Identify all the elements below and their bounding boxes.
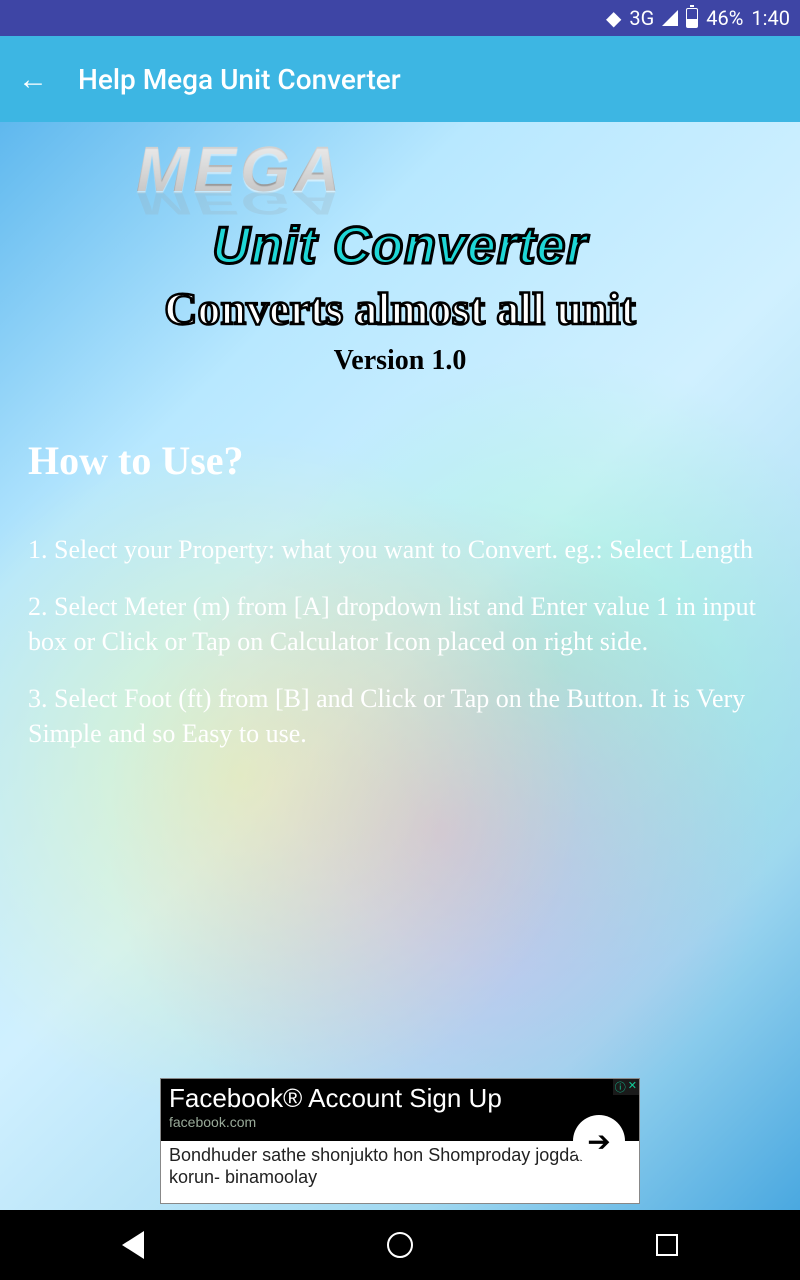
clock: 1:40 [751,6,790,30]
logo-block: MEGA MEGA Unit Converter Converts almost… [0,132,800,377]
help-step: 1. Select your Property: what you want t… [28,532,772,567]
ad-controls[interactable]: ⓘ ✕ [613,1079,639,1095]
ad-banner[interactable]: ⓘ ✕ Facebook® Account Sign Up facebook.c… [160,1078,640,1204]
brand-logo-reflection: MEGA [0,185,800,222]
page-title: Help Mega Unit Converter [78,63,401,96]
ad-info-icon[interactable]: ⓘ [615,1079,626,1095]
wifi-icon: ◆ [606,6,621,30]
ad-domain: facebook.com [169,1114,631,1130]
nav-home-button[interactable] [385,1230,415,1260]
nav-bar [0,1210,800,1280]
version-label: Version 1.0 [0,345,800,377]
nav-recent-button[interactable] [652,1230,682,1260]
app-bar: ← Help Mega Unit Converter [0,36,800,122]
battery-icon [686,8,698,28]
help-section: How to Use? 1. Select your Property: wha… [0,377,800,751]
battery-percent: 46% [706,6,743,30]
help-step: 3. Select Foot (ft) from [B] and Click o… [28,681,772,751]
help-step: 2. Select Meter (m) from [A] dropdown li… [28,589,772,659]
status-bar: ◆ 3G 46% 1:40 [0,0,800,36]
nav-back-button[interactable] [118,1230,148,1260]
back-arrow-icon[interactable]: ← [18,62,48,97]
ad-go-button[interactable]: ➔ [573,1115,625,1167]
ad-body: Bondhuder sathe shonjukto hon Shomproday… [161,1141,639,1203]
tagline: Converts almost all unit [0,282,800,335]
signal-icon [662,10,678,26]
help-heading: How to Use? [28,437,772,484]
ad-title: Facebook® Account Sign Up [169,1083,631,1114]
network-label: 3G [629,6,654,30]
ad-close-icon[interactable]: ✕ [628,1079,637,1095]
subtitle: Unit Converter [0,216,800,276]
content-area: MEGA MEGA Unit Converter Converts almost… [0,122,800,1210]
